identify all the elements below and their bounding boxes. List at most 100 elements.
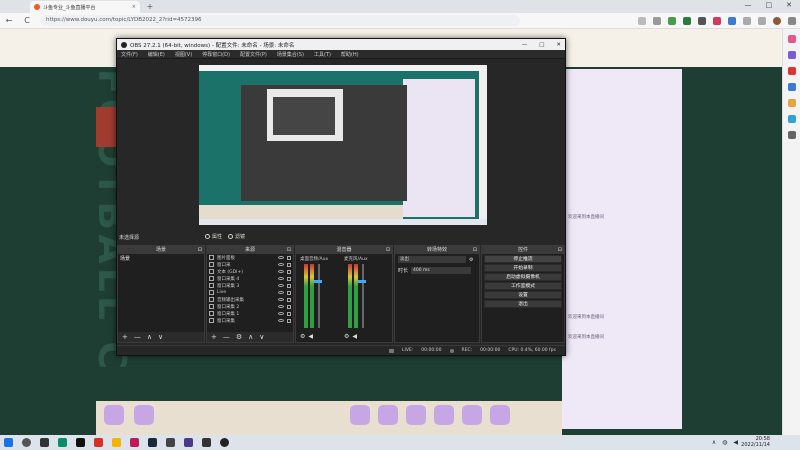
read-aloud-icon[interactable] [638, 16, 646, 25]
lock-icon[interactable] [287, 297, 291, 302]
taskbar-clock[interactable]: 20:58 2022/11/14 [741, 436, 770, 448]
move-scene-up-button[interactable]: ∧ [147, 333, 152, 341]
transition-type-select[interactable]: 淡出 [398, 256, 466, 263]
search-icon[interactable] [22, 438, 31, 447]
volume-icon[interactable]: ◀ [733, 439, 738, 446]
back-button[interactable]: ← [4, 16, 14, 25]
dock-pin-icon[interactable]: ⊡ [386, 246, 390, 254]
source-item[interactable]: 图片面板 [207, 254, 293, 261]
tab-close-icon[interactable]: × [132, 4, 136, 10]
app-icon[interactable] [130, 438, 139, 447]
gift-icon[interactable] [134, 405, 154, 425]
lock-icon[interactable] [287, 311, 291, 316]
stop-streaming-button[interactable]: 停止推流 [484, 255, 562, 263]
obs-close-button[interactable]: ✕ [556, 42, 561, 48]
avatar[interactable] [773, 16, 781, 25]
menu-help[interactable]: 帮助(H) [341, 51, 359, 58]
search-icon[interactable] [787, 35, 796, 43]
discover-icon[interactable] [787, 51, 796, 59]
visibility-icon[interactable] [278, 305, 284, 308]
dock-pin-icon[interactable]: ⊡ [287, 246, 291, 254]
menu-edit[interactable]: 编辑(E) [148, 51, 165, 58]
steam-icon[interactable] [148, 438, 157, 447]
gift-icon[interactable] [462, 405, 482, 425]
start-icon[interactable] [4, 438, 13, 447]
menu-docks[interactable]: 停靠窗口(D) [202, 51, 230, 58]
lock-icon[interactable] [287, 255, 291, 260]
source-item[interactable]: 文本 (GDI+) [207, 268, 293, 275]
extension-green-icon[interactable] [668, 16, 676, 25]
extension-dark-icon[interactable] [698, 16, 706, 25]
menu-tools[interactable]: 工具(T) [314, 51, 331, 58]
start-virtual-camera-button[interactable]: 启动虚拟摄像机 [484, 273, 562, 281]
favorite-icon[interactable] [653, 16, 661, 25]
source-item[interactable]: Live [207, 289, 293, 296]
edge-icon[interactable] [58, 438, 67, 447]
source-item[interactable]: 窗口采集 1 [207, 310, 293, 317]
exit-button[interactable]: 退出 [484, 300, 562, 308]
games-icon[interactable] [787, 99, 796, 107]
lock-icon[interactable] [287, 269, 291, 274]
visibility-icon[interactable] [278, 277, 284, 280]
studio-mode-button[interactable]: 工作室模式 [484, 282, 562, 290]
extension-red-icon[interactable] [713, 16, 721, 25]
lock-icon[interactable] [287, 318, 291, 323]
extension-leaf-icon[interactable] [683, 16, 691, 25]
minimize-button[interactable]: — [745, 1, 752, 9]
filters-button[interactable]: 滤镜 [228, 233, 245, 240]
visibility-icon[interactable] [278, 312, 284, 315]
transition-settings-gear-icon[interactable]: ⚙ [469, 257, 473, 263]
volume-fader-knob[interactable] [314, 280, 322, 283]
visibility-icon[interactable] [278, 284, 284, 287]
shopping-icon[interactable] [787, 67, 796, 75]
properties-button[interactable]: 属性 [205, 233, 222, 240]
lock-icon[interactable] [287, 290, 291, 295]
source-item[interactable]: 窗口采 [207, 261, 293, 268]
dock-pin-icon[interactable]: ⊡ [558, 246, 562, 254]
move-source-down-button[interactable]: ∨ [259, 333, 264, 341]
file-explorer-icon[interactable] [112, 438, 121, 447]
url-field[interactable]: https://www.douyu.com/topic/LYDB2022_2?r… [40, 15, 520, 26]
network-icon[interactable]: ◍ [722, 439, 727, 446]
new-tab-button[interactable]: + [144, 1, 156, 13]
gift-icon[interactable] [104, 405, 124, 425]
chevron-up-icon[interactable]: ∧ [712, 439, 716, 446]
lock-icon[interactable] [287, 283, 291, 288]
add-source-button[interactable]: + [211, 333, 217, 341]
obs-minimize-button[interactable]: — [522, 42, 528, 48]
lock-icon[interactable] [287, 262, 291, 267]
maximize-button[interactable]: □ [766, 1, 773, 9]
speaker-icon[interactable]: ◀ [308, 333, 313, 340]
obs-preview[interactable] [199, 65, 487, 225]
gift-icon[interactable] [490, 405, 510, 425]
source-item[interactable]: 窗口采集 [207, 317, 293, 324]
menu-scene-collection[interactable]: 场景集合(S) [277, 51, 304, 58]
app-icon[interactable] [76, 438, 85, 447]
extension-blue-icon[interactable] [728, 16, 736, 25]
more-icon[interactable] [788, 16, 796, 25]
browser-tab[interactable]: 斗鱼专业_斗鱼直播平台 × [30, 1, 140, 13]
source-item[interactable]: 窗口采集 2 [207, 303, 293, 310]
scene-item[interactable]: 场景 [118, 254, 204, 262]
close-button[interactable]: ✕ [786, 1, 792, 9]
remove-source-button[interactable]: — [223, 333, 230, 341]
duration-input[interactable]: 400 ms [411, 267, 472, 274]
lock-icon[interactable] [287, 304, 291, 309]
app-icon[interactable] [184, 438, 193, 447]
dock-pin-icon[interactable]: ⊡ [473, 246, 477, 254]
visibility-icon[interactable] [278, 256, 284, 259]
move-source-up-button[interactable]: ∧ [248, 333, 253, 341]
app-icon[interactable] [94, 438, 103, 447]
volume-fader-knob[interactable] [358, 280, 366, 283]
settings-button[interactable]: 设置 [484, 291, 562, 299]
app-icon[interactable] [166, 438, 175, 447]
gift-icon[interactable] [378, 405, 398, 425]
volume-fader[interactable] [362, 264, 364, 328]
obs-maximize-button[interactable]: □ [539, 42, 544, 48]
start-recording-button[interactable]: 开始录制 [484, 264, 562, 272]
collections-icon[interactable] [743, 16, 751, 25]
add-sidebar-icon[interactable] [787, 131, 796, 139]
app-icon[interactable] [202, 438, 211, 447]
remove-scene-button[interactable]: — [134, 333, 141, 341]
visibility-icon[interactable] [278, 319, 284, 322]
